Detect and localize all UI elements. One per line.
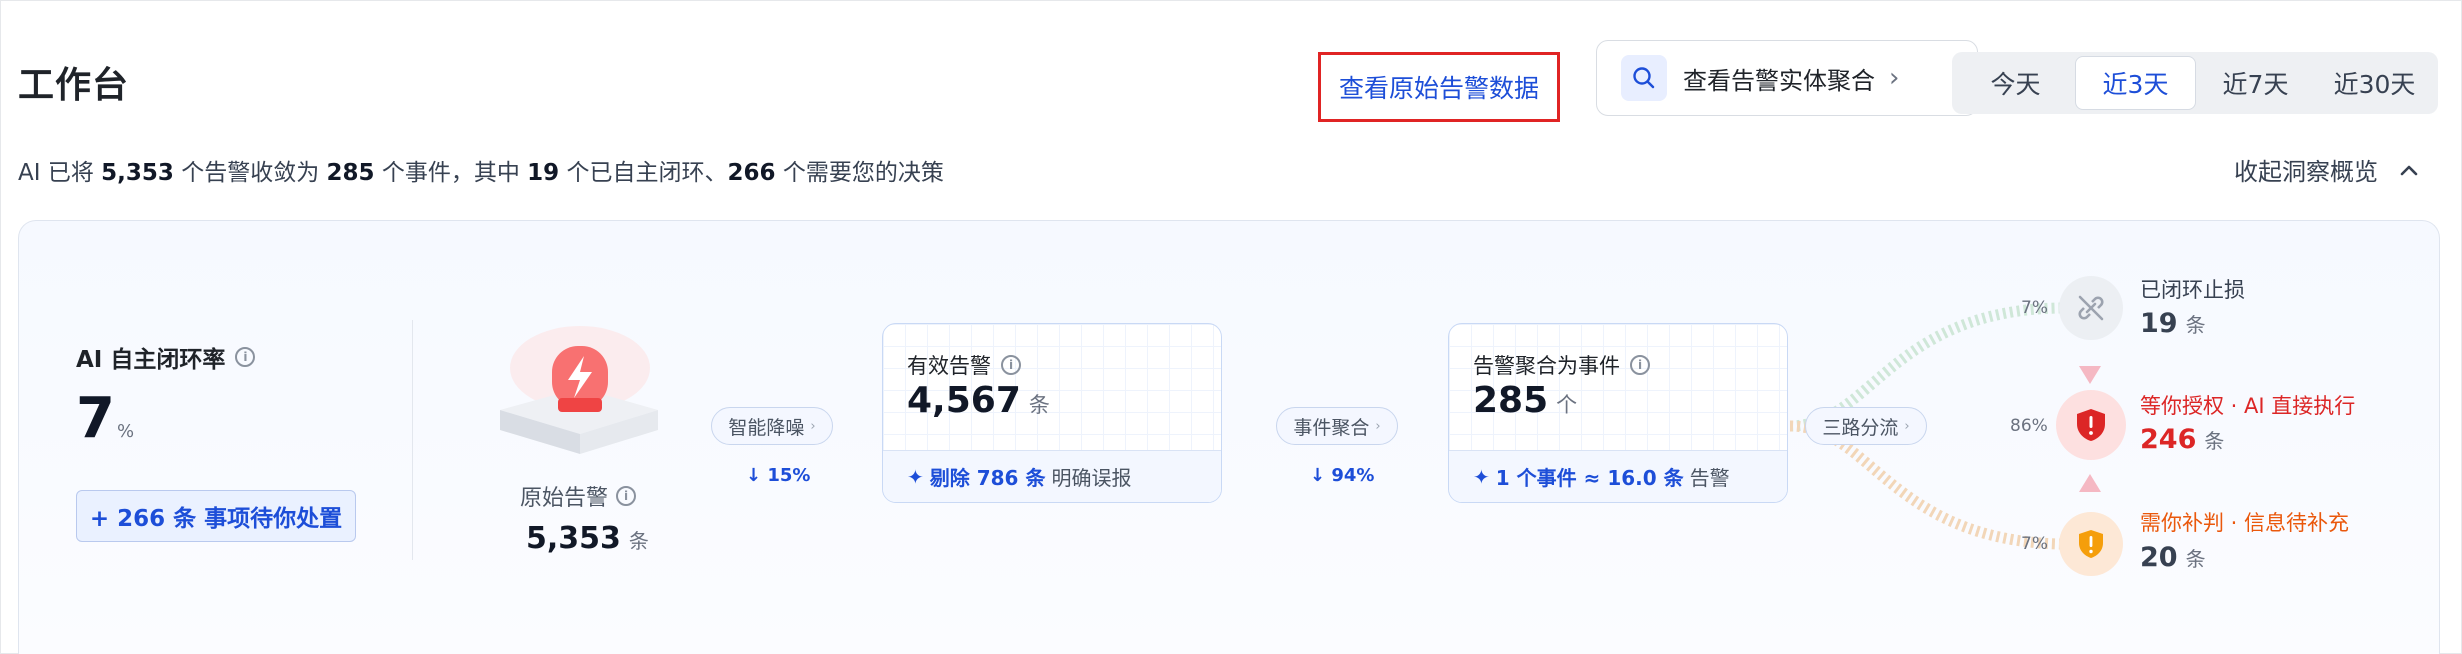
shield-alert-icon bbox=[2056, 390, 2126, 460]
info-icon[interactable]: i bbox=[235, 347, 256, 367]
pending-items-button[interactable]: + 266 条 事项待你处置 bbox=[76, 490, 356, 542]
rate-unit: % bbox=[117, 421, 135, 442]
shield-warning-icon bbox=[2059, 512, 2123, 576]
outcome-value: 19 条 bbox=[2140, 308, 2206, 339]
card-value: 285 个 bbox=[1473, 380, 1578, 421]
insight-summary: AI 已将 5,353 个告警收敛为 285 个事件，其中 19 个已自主闭环、… bbox=[18, 160, 944, 186]
range-7-days[interactable]: 近7天 bbox=[2196, 56, 2315, 110]
card-value: 4,567 条 bbox=[907, 380, 1050, 421]
collapse-label: 收起洞察概览 bbox=[2234, 158, 2378, 186]
step-dedupe[interactable]: 智能降噪 › bbox=[711, 407, 833, 445]
step-aggregate[interactable]: 事件聚合 › bbox=[1276, 407, 1398, 445]
outcome-label: 已闭环止损 bbox=[2140, 278, 2245, 302]
outcome-percent: 7% bbox=[2021, 298, 2048, 318]
events-card[interactable]: 告警聚合为事件 i 285 个 ✦ 1 个事件 ≈ 16.0 条告警 bbox=[1448, 323, 1788, 503]
outcome-percent: 86% bbox=[2010, 416, 2048, 436]
effective-alerts-card[interactable]: 有效告警 i 4,567 条 ✦ 剔除 786 条明确误报 bbox=[882, 323, 1222, 503]
view-entity-aggregation-button[interactable]: 查看告警实体聚合 › bbox=[1596, 40, 1978, 116]
source-value: 5,353 条 bbox=[526, 521, 649, 556]
collapse-insight-button[interactable]: 收起洞察概览 bbox=[2234, 152, 2418, 187]
alarm-light-icon bbox=[500, 326, 658, 454]
source-label: 原始告警 i bbox=[520, 480, 637, 512]
card-footer: ✦ 1 个事件 ≈ 16.0 条告警 bbox=[1449, 450, 1787, 502]
entity-button-label: 查看告警实体聚合 bbox=[1683, 66, 1875, 95]
outcome-label: 需你补判 · 信息待补充 bbox=[2140, 511, 2350, 535]
rate-title: AI 自主闭环率 i bbox=[76, 340, 256, 374]
card-title: 告警聚合为事件 i bbox=[1473, 350, 1650, 380]
aggregate-reduction: ↓ 94% bbox=[1310, 465, 1375, 486]
divider bbox=[412, 320, 413, 560]
step-split[interactable]: 三路分流 › bbox=[1805, 407, 1927, 445]
page-title: 工作台 bbox=[18, 65, 130, 106]
card-footer: ✦ 剔除 786 条明确误报 bbox=[883, 450, 1221, 502]
range-3-days[interactable]: 近3天 bbox=[2075, 56, 2196, 110]
chevron-right-icon: › bbox=[1889, 63, 1900, 93]
range-today[interactable]: 今天 bbox=[1956, 56, 2075, 110]
outcome-value: 20 条 bbox=[2140, 542, 2206, 573]
info-icon[interactable]: i bbox=[1001, 355, 1021, 375]
outcome-label: 等你授权 · AI 直接执行 bbox=[2140, 394, 2356, 418]
info-icon[interactable]: i bbox=[616, 486, 637, 506]
view-raw-alerts-link[interactable]: 查看原始告警数据 bbox=[1318, 52, 1560, 122]
chevron-up-icon bbox=[2400, 165, 2418, 175]
time-range-selector: 今天 近3天 近7天 近30天 bbox=[1952, 52, 2438, 114]
outcome-percent: 7% bbox=[2021, 534, 2048, 554]
range-30-days[interactable]: 近30天 bbox=[2315, 56, 2434, 110]
card-title: 有效告警 i bbox=[907, 350, 1021, 380]
dedupe-reduction: ↓ 15% bbox=[746, 465, 811, 486]
outcome-value: 246 条 bbox=[2140, 424, 2225, 455]
info-icon[interactable]: i bbox=[1630, 355, 1650, 375]
link-off-icon bbox=[2059, 276, 2123, 340]
search-icon bbox=[1621, 55, 1667, 101]
rate-value: 7 bbox=[76, 386, 115, 451]
